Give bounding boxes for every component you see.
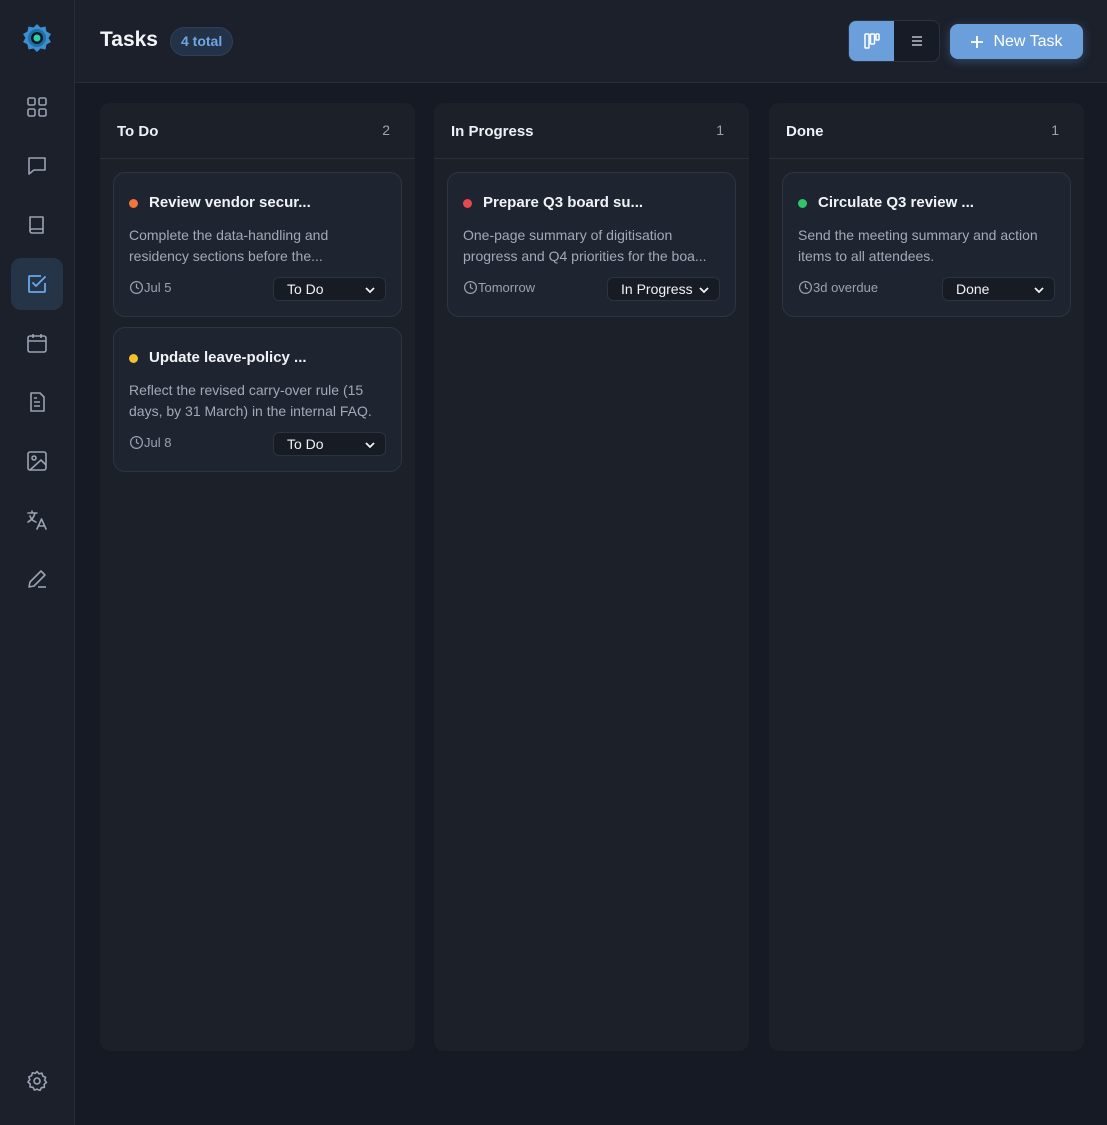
- column-count: 2: [382, 122, 390, 138]
- status-select[interactable]: In Progress: [607, 277, 720, 301]
- calendar-icon: [27, 334, 47, 353]
- column-title: To Do: [117, 123, 159, 140]
- status-value: In Progress: [621, 281, 693, 297]
- column-header: In Progress 1: [434, 103, 749, 159]
- task-description: Reflect the revised carry-over rule (15 …: [129, 382, 372, 419]
- sidebar-item-image[interactable]: [11, 435, 63, 487]
- sidebar-item-translate[interactable]: [11, 494, 63, 546]
- translate-icon: [27, 510, 47, 530]
- list-view-button[interactable]: [894, 21, 939, 61]
- due-date: Jul 8: [129, 435, 171, 450]
- kanban-icon: [863, 33, 880, 49]
- column-header: Done 1: [769, 103, 1084, 159]
- sidebar-item-tasks[interactable]: [11, 258, 63, 310]
- task-card[interactable]: Circulate Q3 review ... Send the meeting…: [782, 172, 1071, 317]
- sidebar-item-book[interactable]: [11, 199, 63, 251]
- chevron-down-icon: [365, 287, 375, 294]
- pen-icon: [28, 570, 46, 588]
- sidebar-item-document[interactable]: [11, 376, 63, 428]
- page-title: Tasks: [100, 28, 158, 51]
- column-count: 1: [1051, 122, 1059, 138]
- sidebar-item-pen[interactable]: [11, 553, 63, 605]
- chevron-down-icon: [699, 287, 709, 294]
- dashboard-icon: [27, 97, 47, 117]
- sidebar-item-settings[interactable]: [11, 1055, 63, 1107]
- task-title: Prepare Q3 board su...: [483, 194, 644, 211]
- task-card[interactable]: Review vendor secur... Complete the data…: [113, 172, 402, 317]
- sidebar-item-dashboard[interactable]: [11, 81, 63, 133]
- list-icon: [911, 36, 922, 46]
- due-date: Jul 5: [129, 280, 171, 295]
- column-done: Done 1 Circulate Q3 review ... Send the …: [769, 103, 1084, 1051]
- priority-dot: [798, 199, 807, 208]
- sidebar-item-chat[interactable]: [11, 140, 63, 192]
- due-date: Tomorrow: [463, 280, 535, 295]
- task-title: Update leave-policy ...: [149, 349, 307, 366]
- column-title: In Progress: [451, 123, 534, 140]
- column-count: 1: [716, 122, 724, 138]
- book-icon: [29, 216, 44, 234]
- due-date-text: Jul 8: [144, 435, 172, 450]
- task-count-badge: 4 total: [170, 27, 234, 56]
- chevron-down-icon: [365, 442, 375, 449]
- sidebar: [0, 0, 75, 1125]
- sidebar-item-calendar[interactable]: [11, 317, 63, 369]
- task-description: Complete the data-handling and residency…: [129, 227, 329, 264]
- image-icon: [27, 451, 47, 471]
- due-date-text: 3d overdue: [813, 280, 879, 295]
- column-in-progress: In Progress 1 Prepare Q3 board su... One…: [434, 103, 749, 1051]
- clock-icon: [798, 280, 813, 295]
- document-icon: [30, 392, 45, 412]
- status-value: Done: [956, 281, 990, 297]
- task-description: One-page summary of digitisation progres…: [463, 227, 707, 264]
- column-todo: To Do 2 Review vendor secur... Complete …: [100, 103, 415, 1051]
- task-title: Circulate Q3 review ...: [818, 194, 974, 211]
- chevron-down-icon: [1034, 287, 1044, 294]
- gear-icon: [27, 1070, 48, 1092]
- due-date-text: Jul 5: [144, 280, 172, 295]
- status-select[interactable]: Done: [942, 277, 1055, 301]
- new-task-label: New Task: [993, 32, 1063, 50]
- status-value: To Do: [287, 436, 324, 452]
- status-value: To Do: [287, 281, 324, 297]
- priority-dot: [129, 354, 138, 363]
- tasks-icon: [28, 275, 46, 293]
- status-select[interactable]: To Do: [273, 277, 386, 301]
- chat-icon: [28, 157, 46, 175]
- clock-icon: [129, 435, 144, 450]
- header: Tasks 4 total New Task: [75, 0, 1107, 83]
- board-view-button[interactable]: [849, 21, 894, 61]
- priority-dot: [463, 199, 472, 208]
- view-toggle: [848, 20, 940, 62]
- due-date: 3d overdue: [798, 280, 878, 295]
- new-task-button[interactable]: New Task: [950, 24, 1083, 59]
- task-card[interactable]: Update leave-policy ... Reflect the revi…: [113, 327, 402, 472]
- app-logo[interactable]: [22, 23, 52, 53]
- due-date-text: Tomorrow: [478, 280, 536, 295]
- clock-icon: [463, 280, 478, 295]
- task-title: Review vendor secur...: [149, 194, 311, 211]
- clock-icon: [129, 280, 144, 295]
- column-title: Done: [786, 123, 824, 140]
- task-description: Send the meeting summary and action item…: [798, 227, 1038, 264]
- plus-icon: [971, 35, 984, 48]
- status-select[interactable]: To Do: [273, 432, 386, 456]
- task-card[interactable]: Prepare Q3 board su... One-page summary …: [447, 172, 736, 317]
- column-header: To Do 2: [100, 103, 415, 159]
- priority-dot: [129, 199, 138, 208]
